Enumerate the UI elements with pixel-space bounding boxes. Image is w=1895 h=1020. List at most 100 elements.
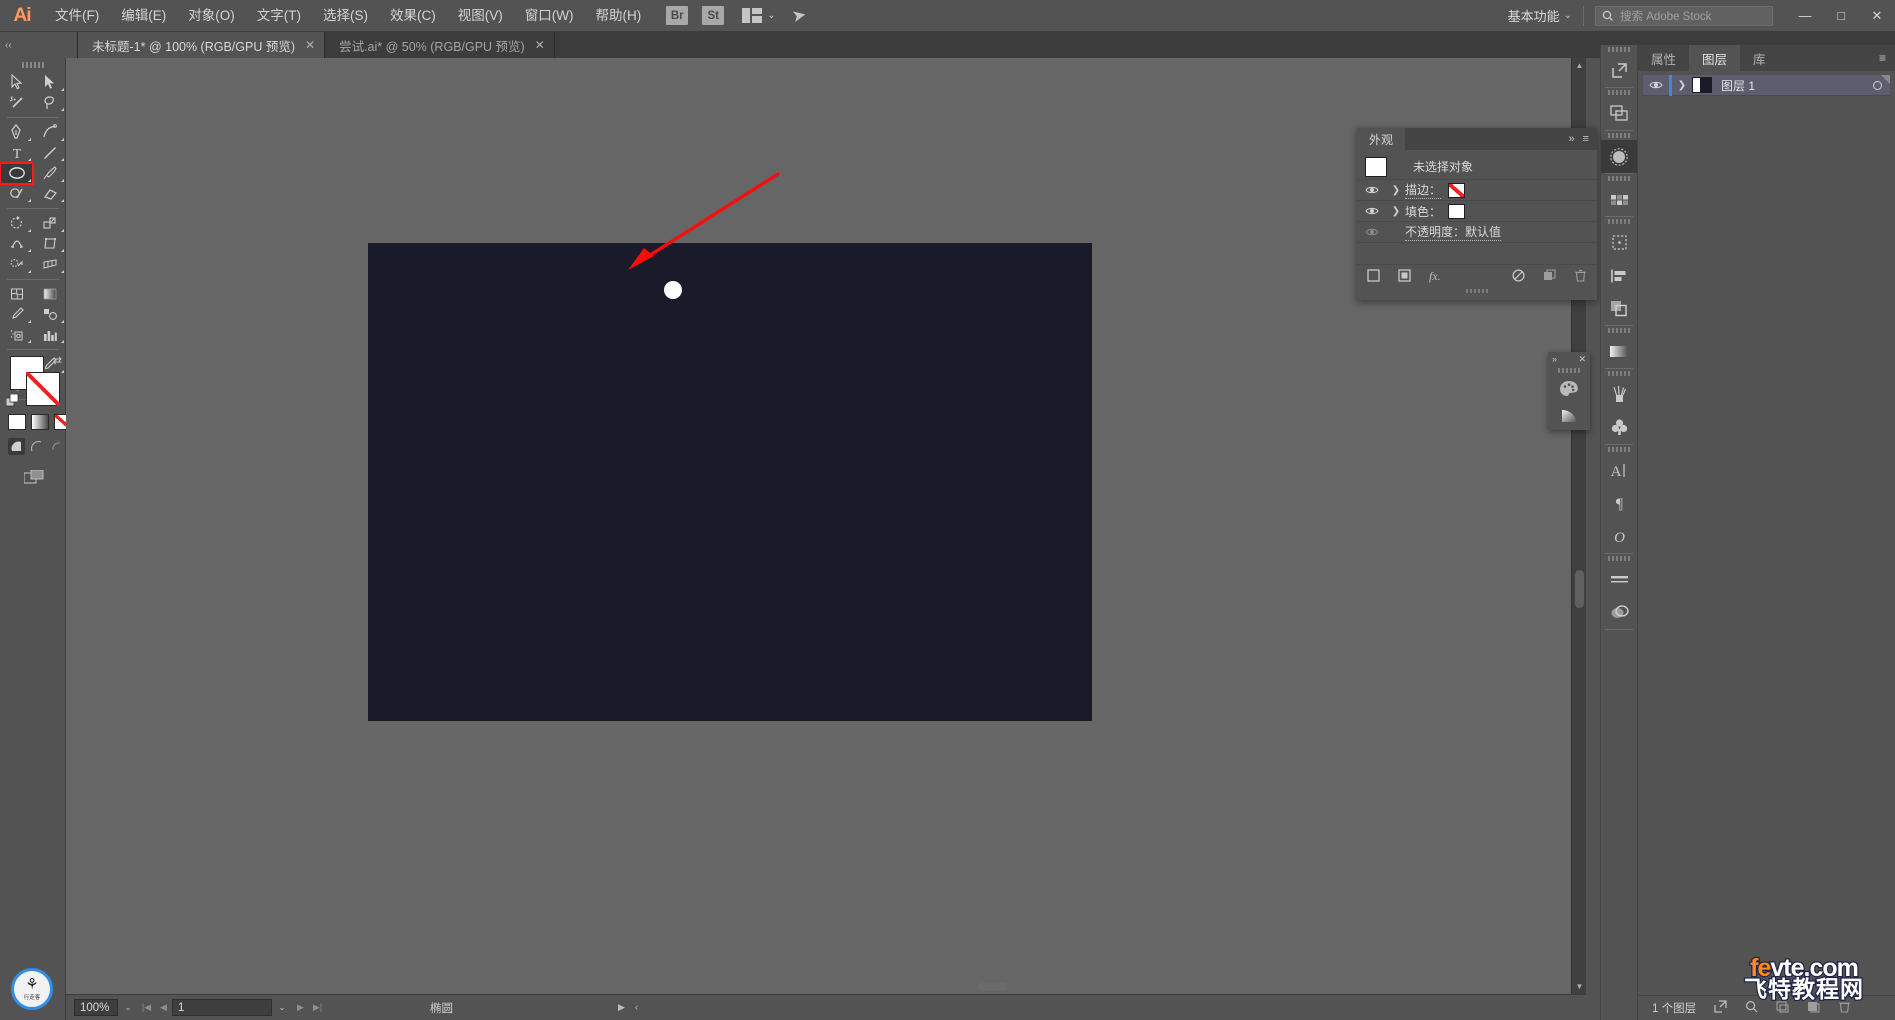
menu-help[interactable]: 帮助(H) — [584, 0, 652, 32]
locate-object-icon[interactable] — [1714, 1000, 1727, 1016]
clear-appearance-icon[interactable] — [1512, 268, 1525, 285]
character-icon[interactable]: A — [1601, 454, 1637, 487]
menu-effect[interactable]: 效果(C) — [379, 0, 447, 32]
menu-type[interactable]: 文字(T) — [246, 0, 312, 32]
stroke-color-swatch[interactable] — [26, 372, 60, 406]
paragraph-icon[interactable]: ¶ — [1601, 487, 1637, 520]
transparency-icon[interactable] — [1601, 596, 1637, 629]
dock-grip[interactable] — [1601, 445, 1637, 454]
gradient-tool[interactable] — [33, 284, 66, 305]
share-plane-icon[interactable]: ➤ — [790, 4, 808, 27]
layer-expand-chevron-icon[interactable]: ❯ — [1672, 80, 1692, 91]
dock-grip[interactable] — [1601, 88, 1637, 97]
zoom-dropdown-icon[interactable]: ⌄ — [118, 999, 138, 1016]
layer-name[interactable]: 图层 1 — [1721, 77, 1755, 94]
selection-tool[interactable] — [0, 72, 33, 93]
document-tab-1-close-icon[interactable]: ✕ — [305, 38, 315, 52]
delete-item-icon[interactable] — [1574, 269, 1587, 285]
paintbrush-tool[interactable] — [33, 163, 66, 184]
scroll-down-icon[interactable]: ▼ — [1572, 979, 1587, 994]
maximize-button[interactable]: □ — [1823, 0, 1859, 32]
stroke-expand-chevron-icon[interactable]: ❯ — [1387, 185, 1405, 196]
artboard[interactable] — [368, 243, 1092, 721]
stroke-label[interactable]: 描边： — [1405, 181, 1442, 199]
symbols-icon[interactable] — [1601, 140, 1637, 173]
menu-edit[interactable]: 编辑(E) — [110, 0, 177, 32]
pathfinder-icon[interactable] — [1601, 292, 1637, 325]
menu-window[interactable]: 窗口(W) — [514, 0, 585, 32]
search-icon[interactable] — [1745, 1000, 1758, 1016]
document-tab-2-close-icon[interactable]: ✕ — [535, 38, 545, 52]
opacity-label[interactable]: 不透明度：默认值 — [1405, 223, 1502, 241]
document-tab-1[interactable]: 未标题-1* @ 100% (RGB/GPU 预览) ✕ — [78, 32, 326, 58]
stroke-swatch[interactable] — [1448, 182, 1466, 198]
toolbar-drag-grip[interactable] — [0, 58, 65, 72]
minimize-button[interactable]: — — [1787, 0, 1823, 32]
current-tool-status[interactable]: 椭圆 — [422, 999, 612, 1016]
mini-panel-grip[interactable] — [1548, 366, 1590, 375]
panel-collapse-icon[interactable]: » — [1568, 133, 1574, 145]
duplicate-item-icon[interactable] — [1543, 268, 1556, 285]
column-graph-tool[interactable] — [33, 325, 66, 346]
artboard-number-input[interactable]: 1 — [172, 999, 272, 1016]
document-tab-2[interactable]: 尝试.ai* @ 50% (RGB/GPU 预览) ✕ — [325, 32, 555, 58]
artboard-dropdown-icon[interactable]: ⌄ — [272, 999, 292, 1016]
draw-inside-button[interactable] — [48, 438, 65, 455]
draw-normal-button[interactable] — [8, 438, 25, 455]
fill-visibility-eye-icon[interactable] — [1357, 206, 1387, 216]
tab-properties[interactable]: 属性 — [1638, 45, 1689, 71]
ellipse-shape[interactable] — [664, 281, 682, 299]
dock-grip[interactable] — [1601, 217, 1637, 226]
swap-fill-stroke-icon[interactable]: ⇄ — [53, 354, 62, 367]
curvature-tool[interactable] — [33, 122, 66, 143]
horizontal-scroll-thumb[interactable] — [978, 983, 1008, 991]
dock-grip[interactable] — [1601, 45, 1637, 54]
symbol-sprayer-tool[interactable] — [0, 325, 33, 346]
layer-visibility-eye-icon[interactable] — [1643, 80, 1669, 90]
export-icon[interactable] — [1601, 54, 1637, 87]
width-tool[interactable] — [0, 234, 33, 255]
appearance-row-stroke[interactable]: ❯ 描边： — [1357, 180, 1597, 201]
brushes-icon[interactable] — [1601, 378, 1637, 411]
gradient-icon[interactable] — [1548, 402, 1590, 429]
swatches-grid-icon[interactable] — [1601, 183, 1637, 216]
dock-grip[interactable] — [1601, 131, 1637, 140]
vertical-scroll-thumb[interactable] — [1575, 570, 1584, 608]
shaper-tool[interactable] — [0, 184, 33, 205]
draw-behind-button[interactable] — [28, 438, 45, 455]
scroll-up-icon[interactable]: ▲ — [1572, 58, 1587, 73]
appearance-row-fill[interactable]: ❯ 填色： — [1357, 201, 1597, 222]
tab-appearance[interactable]: 外观 — [1357, 128, 1406, 150]
transform-icon[interactable] — [1601, 226, 1637, 259]
screen-mode-button[interactable] — [23, 469, 44, 489]
blend-tool[interactable] — [33, 304, 66, 325]
next-artboard-button[interactable]: ▶ — [292, 999, 309, 1016]
gradient-swatch-button[interactable] — [31, 414, 49, 430]
add-new-effect-icon[interactable]: fx. — [1429, 269, 1441, 284]
menu-object[interactable]: 对象(O) — [177, 0, 246, 32]
panel-menu-icon[interactable]: ≡ — [1583, 133, 1589, 145]
tab-libraries[interactable]: 库 — [1740, 45, 1779, 71]
color-swatch-button[interactable] — [8, 414, 26, 430]
tab-layers[interactable]: 图层 — [1689, 45, 1741, 71]
free-transform-tool[interactable] — [33, 234, 66, 255]
menu-file[interactable]: 文件(F) — [44, 0, 110, 32]
appearance-row-opacity[interactable]: 不透明度：默认值 — [1357, 222, 1597, 243]
appearance-panel-resize-grip[interactable] — [1357, 288, 1597, 294]
new-sublayer-icon[interactable] — [1776, 1000, 1789, 1016]
workspace-chevron-icon[interactable]: ⌄ — [1564, 10, 1572, 21]
perspective-grid-tool[interactable] — [33, 254, 66, 275]
eraser-tool[interactable] — [33, 184, 66, 205]
fill-label[interactable]: 填色： — [1405, 203, 1441, 220]
stroke-panel-icon[interactable] — [1601, 563, 1637, 596]
add-new-stroke-icon[interactable] — [1367, 268, 1380, 285]
ellipse-tool[interactable] — [0, 162, 34, 185]
menu-select[interactable]: 选择(S) — [312, 0, 379, 32]
fill-expand-chevron-icon[interactable]: ❯ — [1387, 206, 1405, 217]
workspace-switcher[interactable]: 基本功能 — [1504, 6, 1564, 25]
dock-grip[interactable] — [1601, 326, 1637, 335]
add-new-fill-icon[interactable] — [1398, 268, 1411, 285]
align-icon[interactable] — [1601, 259, 1637, 292]
previous-artboard-button[interactable]: ◀ — [155, 999, 172, 1016]
magic-wand-tool[interactable] — [0, 93, 33, 114]
